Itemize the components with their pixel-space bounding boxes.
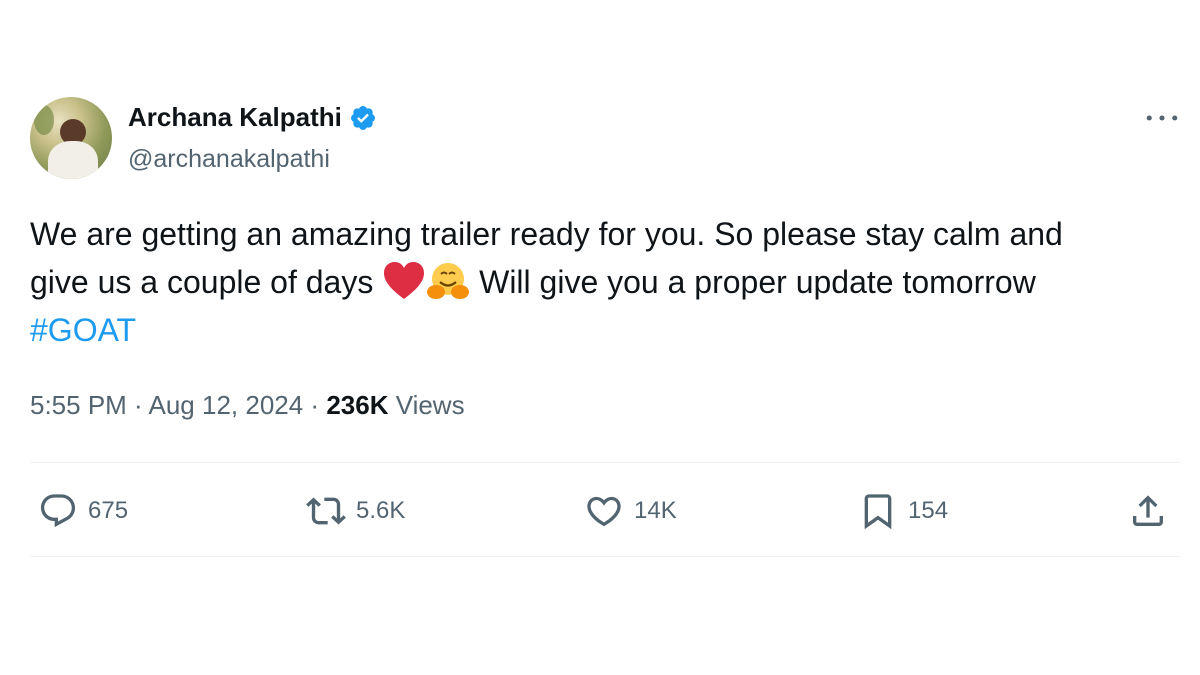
reply-count: 675 [88,497,129,524]
tweet-card: Archana Kalpathi @archanakalpathi We are… [0,0,1200,675]
meta-separator: · [126,390,149,420]
reply-button[interactable]: 675 [38,486,128,536]
tweet-text: We are getting an amazing trailer ready … [30,210,1180,354]
tweet-date[interactable]: Aug 12, 2024 [149,390,304,420]
tweet-metadata: 5:55 PM · Aug 12, 2024 · 236K Views [30,390,465,421]
repost-count: 5.6K [356,497,406,524]
author-display-name[interactable]: Archana Kalpathi [128,102,342,133]
like-count: 14K [634,497,677,524]
divider [30,462,1180,463]
tweet-text-line-1: We are getting an amazing trailer ready … [30,216,1063,252]
tweet-time[interactable]: 5:55 PM [30,390,127,420]
author-handle[interactable]: @archanakalpathi [128,145,330,174]
views-count: 236K [326,390,389,420]
like-button[interactable]: 14K [584,486,677,536]
avatar[interactable] [30,97,112,179]
share-icon [1133,495,1163,526]
hugging-face-emoji-icon [426,261,470,301]
tweet-text-line-2: give us a couple of days Will give you a… [30,258,1180,306]
red-heart-emoji-icon [382,261,426,301]
tweet-text-line-2-end: Will give you a proper update tomorrow [470,264,1036,300]
tweet-text-line-2-start: give us a couple of days [30,264,383,300]
hashtag-link[interactable]: #GOAT [30,306,1180,354]
meta-separator: · [303,390,327,420]
avatar-body [48,141,98,179]
divider [30,556,1180,557]
verified-badge-icon [349,104,377,132]
more-options-icon[interactable] [1140,100,1184,136]
heart-icon [587,496,621,527]
reply-icon [40,494,76,528]
bookmark-icon [864,494,892,530]
action-bar: 675 5.6K 14K 154 [30,486,1180,536]
views-label: Views [388,390,465,420]
author-name-row: Archana Kalpathi [128,102,377,133]
bookmark-count: 154 [908,497,949,524]
bookmark-button[interactable]: 154 [858,486,948,536]
repost-icon [306,497,346,525]
share-button[interactable] [1128,486,1168,536]
repost-button[interactable]: 5.6K [306,486,405,536]
avatar-background [34,105,54,135]
